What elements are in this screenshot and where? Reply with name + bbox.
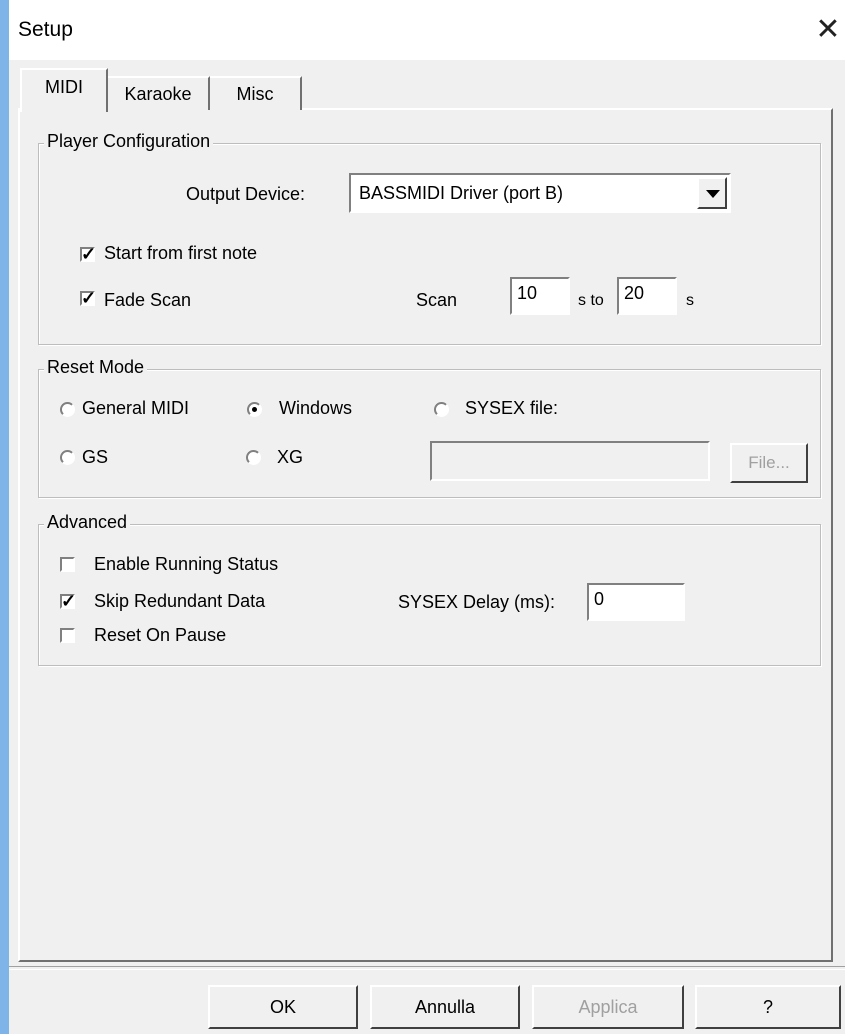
- ok-button[interactable]: OK: [208, 985, 358, 1029]
- tab-karaoke[interactable]: Karaoke: [108, 76, 210, 110]
- radio-sysex-file[interactable]: [434, 402, 449, 417]
- footer-separator: [9, 966, 845, 970]
- checkmark-icon: ✓: [61, 591, 77, 611]
- skip-redundant-data-label: Skip Redundant Data: [94, 591, 266, 611]
- scan-to-input[interactable]: 20: [617, 277, 677, 315]
- scan-unit-label: s: [686, 292, 694, 309]
- radio-selected-dot: [252, 407, 257, 412]
- scan-label: Scan: [416, 290, 458, 310]
- radio-gs[interactable]: [60, 450, 75, 465]
- gs-label: GS: [82, 447, 109, 467]
- chevron-down-icon: [706, 190, 720, 198]
- radio-general-midi[interactable]: [60, 402, 75, 417]
- scan-to-value: 20: [624, 283, 645, 303]
- close-icon[interactable]: ✕: [812, 14, 844, 46]
- sysex-file-label: SYSEX file:: [465, 398, 559, 418]
- window-title: Setup: [18, 18, 73, 41]
- radio-windows[interactable]: [247, 402, 262, 417]
- help-button[interactable]: ?: [695, 985, 841, 1029]
- window-left-border: [0, 0, 9, 1034]
- tab-midi[interactable]: MIDI: [20, 68, 108, 112]
- output-device-select[interactable]: BASSMIDI Driver (port B): [349, 173, 731, 213]
- reset-on-pause-label: Reset On Pause: [94, 625, 227, 645]
- apply-button[interactable]: Applica: [532, 985, 684, 1029]
- title-bar: [9, 0, 845, 60]
- enable-running-status-checkbox[interactable]: [60, 557, 75, 572]
- xg-label: XG: [277, 447, 304, 467]
- output-device-dropdown-button[interactable]: [697, 177, 727, 209]
- scan-from-input[interactable]: 10: [510, 277, 570, 315]
- checkmark-icon: ✓: [81, 244, 97, 264]
- reset-on-pause-checkbox[interactable]: [60, 628, 75, 643]
- cancel-button[interactable]: Annulla: [370, 985, 520, 1029]
- reset-mode-title: Reset Mode: [44, 357, 148, 378]
- start-from-first-note-checkbox[interactable]: ✓: [80, 244, 96, 264]
- advanced-title: Advanced: [44, 512, 131, 533]
- file-button[interactable]: File...: [730, 443, 808, 483]
- general-midi-label: General MIDI: [82, 398, 190, 418]
- tab-misc[interactable]: Misc: [210, 76, 302, 110]
- scan-from-value: 10: [517, 283, 538, 303]
- sysex-file-path-input[interactable]: [430, 441, 710, 481]
- sysex-delay-value: 0: [594, 589, 605, 609]
- output-device-value: BASSMIDI Driver (port B): [359, 183, 564, 203]
- start-from-first-note-label: Start from first note: [104, 243, 258, 263]
- windows-label: Windows: [279, 398, 353, 418]
- scan-to-label: s to: [578, 292, 604, 309]
- skip-redundant-data-checkbox[interactable]: ✓: [60, 591, 76, 611]
- sysex-delay-label: SYSEX Delay (ms):: [398, 592, 556, 612]
- fade-scan-label: Fade Scan: [104, 290, 192, 310]
- radio-xg[interactable]: [246, 450, 261, 465]
- enable-running-status-label: Enable Running Status: [94, 554, 279, 574]
- checkmark-icon: ✓: [81, 288, 97, 308]
- fade-scan-checkbox[interactable]: ✓: [80, 288, 96, 308]
- output-device-label: Output Device:: [186, 184, 306, 204]
- sysex-delay-input[interactable]: 0: [587, 583, 685, 621]
- player-configuration-title: Player Configuration: [44, 131, 214, 152]
